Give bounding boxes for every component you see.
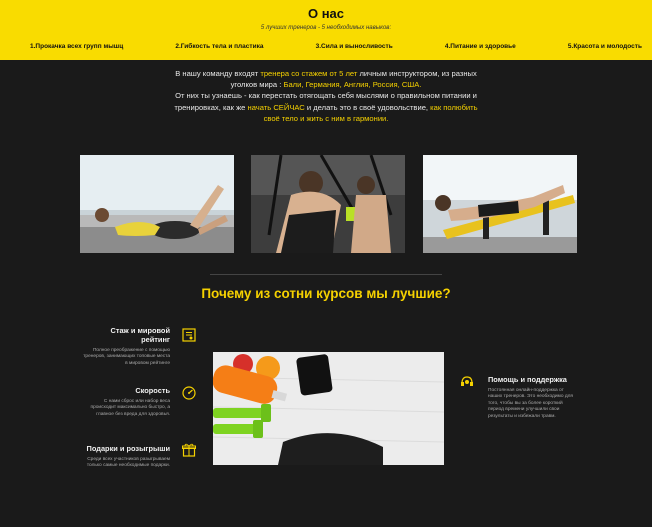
feature-speed: Скорость С нами сброс или набор веса про…: [80, 386, 171, 418]
feature-experience: Стаж и мировой рейтинг Полное преображен…: [80, 326, 170, 367]
photo-bench-exercise: [423, 155, 577, 253]
feature-text: С нами сброс или набор веса происходит м…: [90, 399, 171, 417]
gift-icon: [181, 442, 197, 458]
why-us-title: Почему из сотни курсов мы лучшие?: [201, 286, 451, 301]
skill-item: 2.Гибкость тела и пластика: [175, 43, 264, 50]
skill-item: 1.Прокачка всех групп мышц: [30, 43, 124, 50]
photo-woman-situps: [80, 155, 234, 253]
skill-item: 3.Сила и выносливость: [315, 43, 393, 50]
intro-highlight: Бали, Германия, Англия, Россия, США.: [283, 80, 422, 90]
certificate-icon: [181, 327, 197, 343]
feature-text: Постоянная онлайн-поддержка от наших тре…: [488, 388, 574, 419]
feature-support: Помощь и поддержка Постоянная онлайн-под…: [488, 375, 578, 420]
support-icon: [459, 374, 475, 390]
skill-item: 4.Питание и здоровье: [444, 43, 516, 50]
feature-title: Скорость: [135, 386, 170, 395]
page-title: О нас: [307, 6, 345, 21]
skills-list: 1.Прокачка всех групп мышц 2.Гибкость те…: [30, 43, 642, 50]
feature-title: Помощь и поддержка: [488, 375, 567, 384]
about-header: О нас 5 лучших тренеров - 5 необходимых …: [0, 0, 652, 60]
feature-title: Подарки и розыгрыши: [86, 444, 170, 453]
feature-text: Полное преображение с помощью тренеров, …: [83, 348, 170, 366]
feature-title: Стаж и мировой рейтинг: [110, 326, 170, 344]
section-divider: [210, 274, 442, 275]
fitness-items-photo: [213, 352, 444, 465]
feature-gifts: Подарки и розыгрыши Среди всех участнико…: [80, 444, 170, 470]
photo-trx-training: [251, 155, 405, 253]
speedometer-icon: [181, 385, 197, 401]
feature-text: Среди всех участников разыгрываем только…: [86, 457, 170, 469]
intro-highlight: тренера со стажем от 5 лет: [260, 69, 358, 78]
skill-item: 5.Красота и молодость: [567, 43, 642, 50]
intro-highlight: начать СЕЙЧАС: [247, 102, 305, 112]
header-subtitle: 5 лучших тренеров - 5 необходимых навыко…: [260, 25, 392, 31]
intro-text: В нашу команду входят тренера со стажем …: [174, 69, 478, 123]
